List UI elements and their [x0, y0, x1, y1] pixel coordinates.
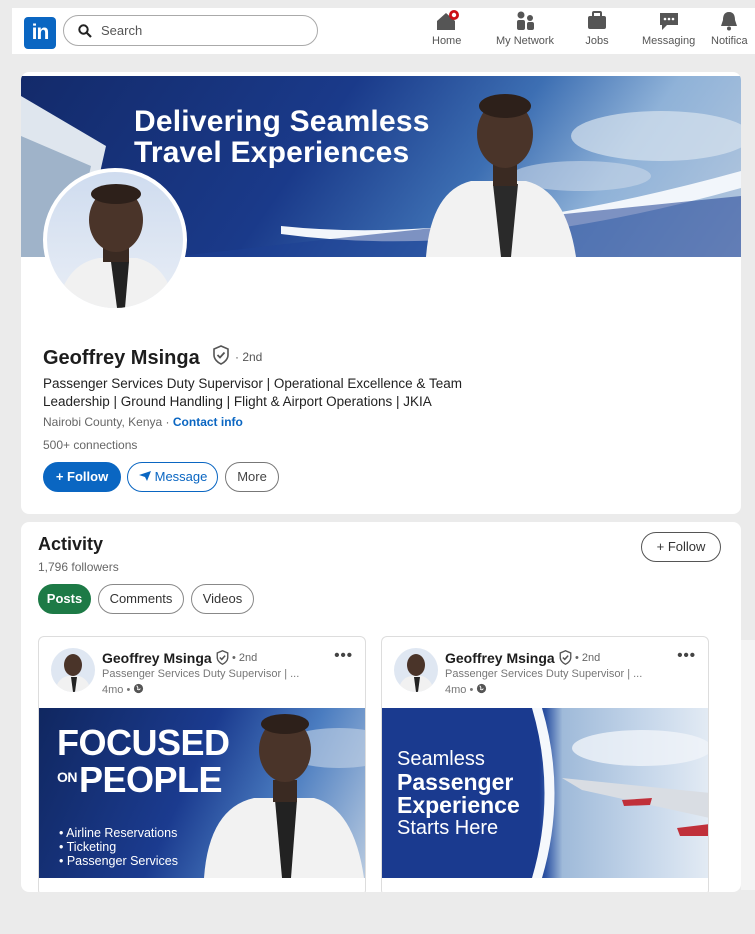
post-image[interactable]: FOCUSED ONPEOPLE • Airline Reservations … — [39, 708, 365, 878]
followers-count: 1,796 followers — [38, 560, 119, 574]
verified-icon — [559, 650, 572, 665]
top-nav: in Search Home My Network Jobs Messaging… — [12, 8, 755, 54]
profile-headline: Passenger Services Duty Supervisor | Ope… — [43, 376, 462, 409]
more-button[interactable]: More — [225, 462, 279, 492]
connections-count[interactable]: 500+ connections — [43, 438, 137, 452]
post-avatar-photo — [55, 654, 91, 692]
verified-icon[interactable] — [211, 345, 231, 365]
activity-card: Activity 1,796 followers + Follow Posts … — [21, 522, 741, 892]
search-input[interactable]: Search — [63, 15, 318, 46]
send-icon — [138, 471, 151, 481]
verified-icon — [216, 650, 229, 665]
linkedin-logo[interactable]: in — [24, 17, 56, 49]
bell-icon — [721, 12, 738, 31]
home-icon — [436, 10, 459, 30]
location-text: Nairobi County, Kenya — [43, 415, 163, 429]
post-degree: • 2nd — [232, 652, 258, 664]
next-post-peek[interactable] — [741, 640, 755, 890]
briefcase-icon — [588, 11, 606, 29]
globe-icon — [134, 683, 144, 694]
profile-location: Nairobi County, Kenya · Contact info — [43, 415, 243, 429]
nav-home[interactable]: Home — [432, 10, 461, 47]
post-options-icon[interactable]: ••• — [677, 647, 696, 664]
activity-title: Activity — [38, 534, 104, 554]
post-image-bullets: • Airline Reservations • Ticketing • Pas… — [59, 826, 179, 868]
search-icon — [78, 24, 92, 38]
follow-button[interactable]: + Follow — [43, 462, 121, 492]
filter-videos[interactable]: Videos — [191, 584, 254, 614]
message-label: Message — [154, 469, 208, 484]
nav-jobs[interactable]: Jobs — [585, 10, 609, 47]
message-button[interactable]: Message — [127, 462, 218, 492]
filter-comments[interactable]: Comments — [98, 584, 184, 614]
search-placeholder: Search — [101, 23, 143, 38]
avatar-photo — [57, 184, 175, 308]
post-degree: • 2nd — [575, 652, 601, 664]
nav-notifications[interactable]: Notifica — [711, 10, 748, 47]
post-card[interactable]: Geoffrey Msinga • 2nd Passenger Services… — [381, 636, 709, 892]
chat-icon — [659, 13, 678, 30]
post-card[interactable]: Geoffrey Msinga • 2nd Passenger Services… — [38, 636, 366, 892]
profile-avatar[interactable] — [43, 168, 187, 312]
post-avatar-photo — [398, 654, 434, 692]
filter-posts[interactable]: Posts — [38, 584, 91, 614]
post-author[interactable]: Geoffrey Msinga — [445, 650, 555, 666]
post-subtitle: Passenger Services Duty Supervisor | ... — [445, 668, 643, 680]
post-avatar[interactable] — [51, 648, 95, 692]
connection-degree: · 2nd — [235, 350, 263, 364]
post-image-headline: FOCUSED ONPEOPLE — [57, 722, 230, 800]
post-avatar[interactable] — [394, 648, 438, 692]
post-time: 4mo • — [102, 683, 144, 696]
banner-title: Delivering Seamless Travel Experiences — [134, 105, 430, 169]
nav-my-network[interactable]: My Network — [496, 10, 554, 47]
globe-icon — [477, 683, 487, 694]
profile-card: Delivering Seamless Travel Experiences G… — [21, 72, 741, 514]
nav-messaging[interactable]: Messaging — [642, 10, 695, 47]
post-author[interactable]: Geoffrey Msinga — [102, 650, 212, 666]
activity-follow-button[interactable]: + Follow — [641, 532, 721, 562]
post-image[interactable]: Seamless Passenger Experience Starts Her… — [382, 708, 708, 878]
contact-info-link[interactable]: Contact info — [173, 415, 243, 429]
post-time: 4mo • — [445, 683, 487, 696]
post-image-headline: Seamless Passenger Experience Starts Her… — [397, 748, 520, 839]
post-options-icon[interactable]: ••• — [334, 647, 353, 664]
post-subtitle: Passenger Services Duty Supervisor | ... — [102, 668, 300, 680]
network-icon — [517, 11, 535, 30]
profile-name: Geoffrey Msinga — [43, 347, 200, 369]
